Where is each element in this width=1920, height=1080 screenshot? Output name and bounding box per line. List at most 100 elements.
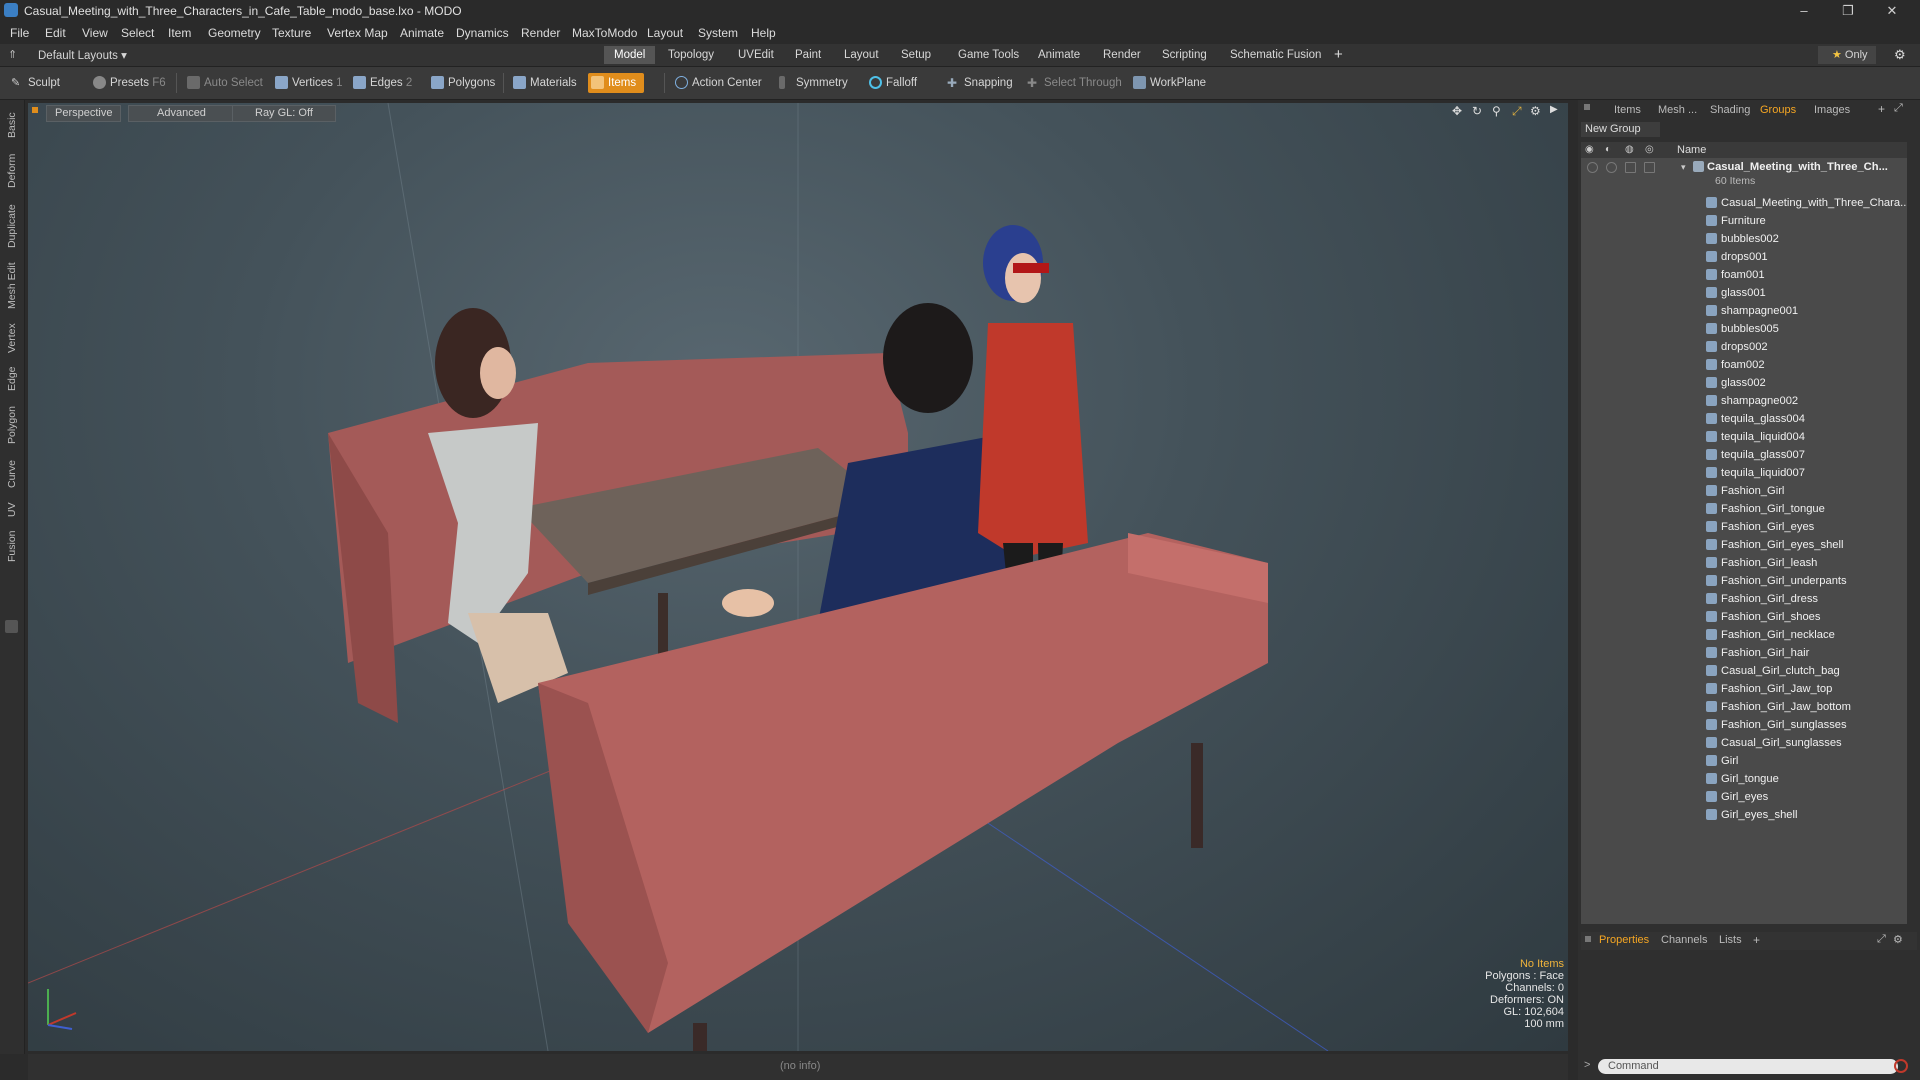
group-root-row[interactable]: ▾ Casual_Meeting_with_Three_Ch... 60 Ite… xyxy=(1581,158,1907,192)
vtab-duplicate[interactable]: Duplicate xyxy=(0,198,24,254)
symmetry-button[interactable]: Symmetry xyxy=(776,73,848,93)
list-item[interactable]: Fashion_Girl_Jaw_top xyxy=(1581,680,1907,698)
list-item[interactable]: Fashion_Girl_necklace xyxy=(1581,626,1907,644)
viewport-menu-icon[interactable] xyxy=(32,107,38,113)
list-item[interactable]: Fashion_Girl_shoes xyxy=(1581,608,1907,626)
auto-select-button[interactable]: Auto Select xyxy=(184,73,263,93)
tab-layout[interactable]: Layout xyxy=(834,46,889,64)
select-through-button[interactable]: ✚ Select Through xyxy=(1024,73,1122,93)
minimize-button[interactable]: – xyxy=(1782,0,1826,22)
render-toggle[interactable] xyxy=(1606,162,1617,173)
menu-geometry[interactable]: Geometry xyxy=(208,26,261,40)
list-item[interactable]: shampagne001 xyxy=(1581,302,1907,320)
list-item[interactable]: Casual_Girl_sunglasses xyxy=(1581,734,1907,752)
list-item[interactable]: Fashion_Girl_dress xyxy=(1581,590,1907,608)
layout-preset-dropdown[interactable]: Default Layouts ▾ xyxy=(38,48,127,62)
vtab-edge[interactable]: Edge xyxy=(0,362,24,396)
list-item[interactable]: tequila_glass007 xyxy=(1581,446,1907,464)
edges-button[interactable]: Edges 2 xyxy=(350,73,412,93)
menu-animate[interactable]: Animate xyxy=(400,26,444,40)
list-item[interactable]: Fashion_Girl_leash xyxy=(1581,554,1907,572)
list-item[interactable]: foam001 xyxy=(1581,266,1907,284)
tab-properties[interactable]: Properties xyxy=(1599,934,1649,946)
command-input[interactable]: Command xyxy=(1598,1059,1898,1074)
tab-topology[interactable]: Topology xyxy=(658,46,724,64)
viewport-settings-gear-icon[interactable]: ⚙ xyxy=(1530,104,1541,118)
list-item[interactable]: Girl_eyes xyxy=(1581,788,1907,806)
list-item[interactable]: Fashion_Girl_eyes xyxy=(1581,518,1907,536)
vtab-polygon[interactable]: Polygon xyxy=(0,400,24,450)
maximize-button[interactable]: ❐ xyxy=(1826,0,1870,22)
menu-help[interactable]: Help xyxy=(751,26,776,40)
menu-edit[interactable]: Edit xyxy=(45,26,66,40)
command-record-icon[interactable] xyxy=(1894,1059,1908,1073)
menu-dynamics[interactable]: Dynamics xyxy=(456,26,509,40)
tab-animate[interactable]: Animate xyxy=(1028,46,1090,64)
list-item[interactable]: tequila_glass004 xyxy=(1581,410,1907,428)
menu-select[interactable]: Select xyxy=(121,26,154,40)
snapping-button[interactable]: ✚ Snapping xyxy=(944,73,1013,93)
presets-button[interactable]: Presets F6 xyxy=(90,73,166,93)
list-item[interactable]: bubbles002 xyxy=(1581,230,1907,248)
add-panel-tab-button[interactable]: + xyxy=(1878,102,1885,116)
zoom-icon[interactable]: ⚲ xyxy=(1492,104,1501,118)
list-item[interactable]: Casual_Meeting_with_Three_Chara... xyxy=(1581,194,1907,212)
list-item[interactable]: bubbles005 xyxy=(1581,320,1907,338)
list-item[interactable]: Fashion_Girl_Jaw_bottom xyxy=(1581,698,1907,716)
tab-game-tools[interactable]: Game Tools xyxy=(948,46,1029,64)
list-item[interactable]: glass001 xyxy=(1581,284,1907,302)
list-item[interactable]: drops002 xyxy=(1581,338,1907,356)
tab-uvedit[interactable]: UVEdit xyxy=(728,46,784,64)
tab-scripting[interactable]: Scripting xyxy=(1152,46,1217,64)
vtab-deform[interactable]: Deform xyxy=(0,148,24,194)
lock-icon[interactable]: ◍ xyxy=(1625,144,1634,155)
render-icon[interactable]: ◐ xyxy=(1605,144,1611,155)
list-item[interactable]: Fashion_Girl_hair xyxy=(1581,644,1907,662)
view-perspective-dropdown[interactable]: Perspective xyxy=(46,105,122,122)
menu-file[interactable]: File xyxy=(10,26,29,40)
list-item[interactable]: tequila_liquid004 xyxy=(1581,428,1907,446)
groups-list[interactable]: ▾ Casual_Meeting_with_Three_Ch... 60 Ite… xyxy=(1581,158,1907,924)
add-properties-tab-button[interactable]: + xyxy=(1753,933,1760,947)
list-item[interactable]: glass002 xyxy=(1581,374,1907,392)
select-icon[interactable]: ◎ xyxy=(1645,144,1654,155)
menu-vertex-map[interactable]: Vertex Map xyxy=(327,26,388,40)
list-item[interactable]: Casual_Girl_clutch_bag xyxy=(1581,662,1907,680)
pan-icon[interactable]: ✥ xyxy=(1452,104,1462,118)
menu-render[interactable]: Render xyxy=(521,26,560,40)
list-item[interactable]: tequila_liquid007 xyxy=(1581,464,1907,482)
menu-texture[interactable]: Texture xyxy=(272,26,311,40)
materials-button[interactable]: Materials xyxy=(510,73,577,93)
panel-menu-icon[interactable] xyxy=(1584,104,1590,110)
lock-toggle[interactable] xyxy=(1625,162,1636,173)
sculpt-button[interactable]: ✎ Sculpt xyxy=(8,73,60,93)
tab-render[interactable]: Render xyxy=(1093,46,1151,64)
eye-toggle[interactable] xyxy=(1587,162,1598,173)
properties-expand-icon[interactable]: ⤢ xyxy=(1877,933,1886,946)
list-item[interactable]: Fashion_Girl_sunglasses xyxy=(1581,716,1907,734)
tab-shading[interactable]: Shading xyxy=(1710,104,1750,116)
tab-schematic-fusion[interactable]: Schematic Fusion xyxy=(1220,46,1331,64)
vtab-fusion[interactable]: Fusion xyxy=(0,526,24,566)
fit-view-icon[interactable]: ⤢ xyxy=(1512,104,1522,119)
layout-arrow-icon[interactable]: ⇑ xyxy=(8,48,17,61)
shading-advanced-dropdown[interactable]: Advanced xyxy=(128,105,235,122)
list-item[interactable]: drops001 xyxy=(1581,248,1907,266)
viewport-expand-arrow-icon[interactable]: ▶ xyxy=(1550,104,1558,115)
tab-items[interactable]: Items xyxy=(1614,104,1641,116)
polygons-button[interactable]: Polygons xyxy=(428,73,495,93)
new-group-button[interactable]: New Group xyxy=(1581,122,1660,137)
items-button[interactable]: Items xyxy=(588,73,645,93)
only-toggle[interactable]: ★ Only xyxy=(1818,46,1876,64)
action-center-button[interactable]: Action Center xyxy=(672,73,762,93)
raygl-toggle[interactable]: Ray GL: Off xyxy=(232,105,336,122)
tab-setup[interactable]: Setup xyxy=(891,46,941,64)
3d-viewport[interactable] xyxy=(28,103,1568,1051)
properties-menu-icon[interactable] xyxy=(1585,936,1591,942)
tab-paint[interactable]: Paint xyxy=(785,46,831,64)
menu-item[interactable]: Item xyxy=(168,26,191,40)
list-item[interactable]: Furniture xyxy=(1581,212,1907,230)
list-item[interactable]: Fashion_Girl xyxy=(1581,482,1907,500)
tab-groups[interactable]: Groups xyxy=(1760,104,1796,116)
rotate-icon[interactable]: ↻ xyxy=(1472,104,1482,118)
